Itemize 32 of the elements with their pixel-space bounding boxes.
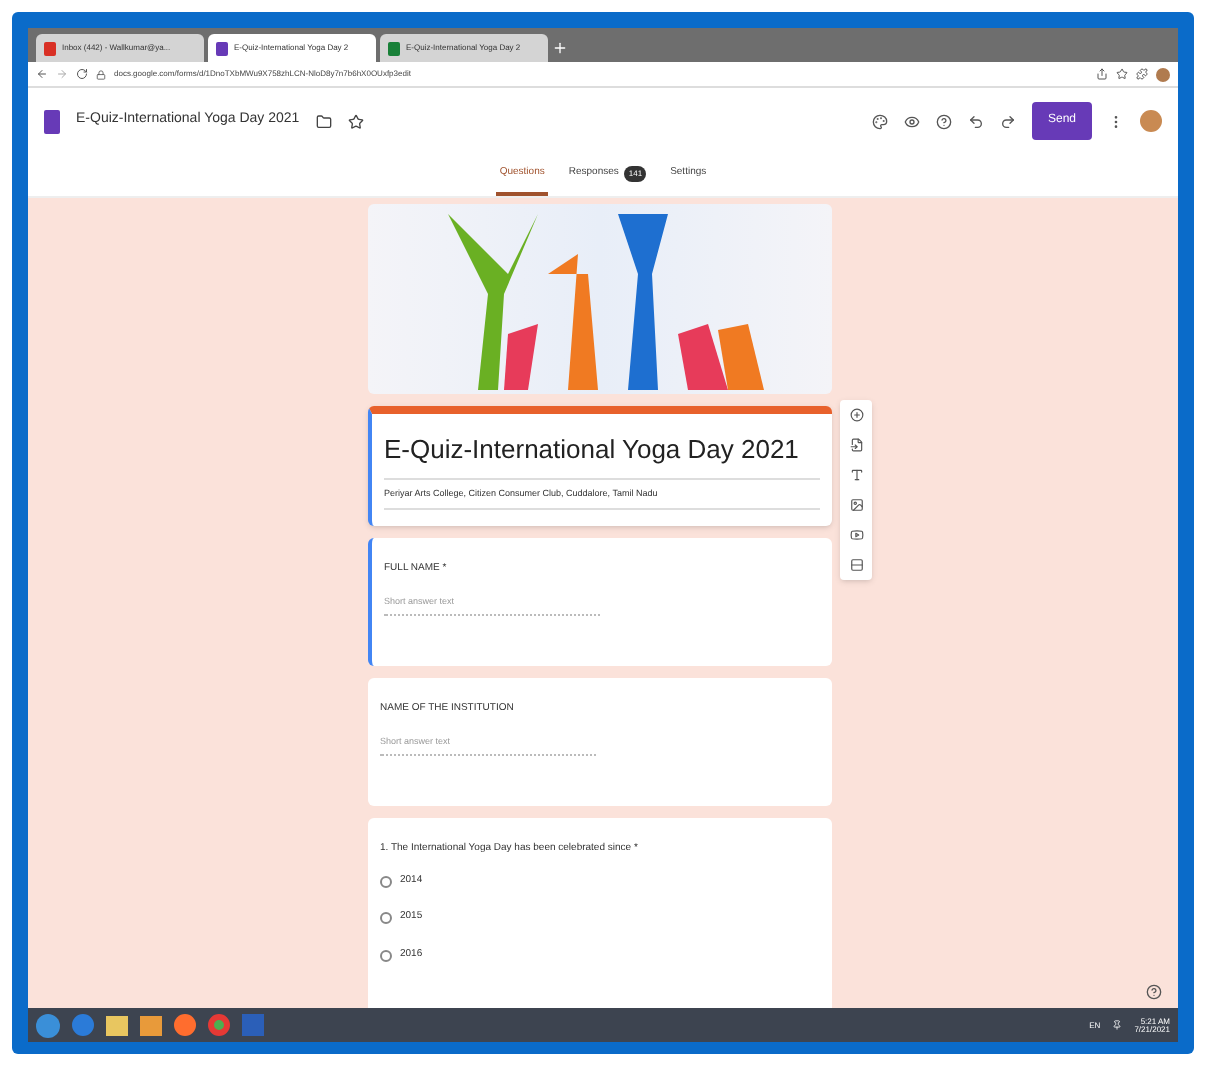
- preview-icon[interactable]: [903, 113, 920, 129]
- site-icon: [216, 41, 228, 55]
- add-question-icon[interactable]: [849, 408, 863, 422]
- site-icon: [44, 41, 56, 55]
- profile-avatar[interactable]: [1156, 67, 1170, 81]
- share-icon[interactable]: [1096, 68, 1108, 80]
- radio-button[interactable]: [380, 912, 392, 924]
- tray-icon[interactable]: [1112, 1020, 1123, 1030]
- palette-icon[interactable]: [871, 113, 888, 129]
- text-icon[interactable]: [849, 468, 863, 482]
- help-icon[interactable]: [1146, 984, 1162, 1000]
- section-icon[interactable]: [849, 558, 863, 572]
- import-icon[interactable]: [849, 438, 863, 452]
- lock-icon: [96, 69, 106, 79]
- star-icon[interactable]: [347, 113, 364, 129]
- folder-icon[interactable]: [315, 113, 332, 129]
- bookmark-icon[interactable]: [1116, 68, 1128, 80]
- radio-button[interactable]: [380, 949, 392, 961]
- reload-icon[interactable]: [76, 68, 88, 80]
- image-icon[interactable]: [849, 498, 863, 512]
- new-tab-icon[interactable]: [552, 40, 568, 56]
- form-title: E-Quiz-International Yoga Day 2021: [384, 430, 820, 479]
- forms-logo-icon: [44, 109, 60, 133]
- account-avatar[interactable]: [1140, 110, 1162, 132]
- start-button[interactable]: [36, 1013, 60, 1037]
- redo-icon[interactable]: [999, 113, 1016, 129]
- site-icon: [388, 41, 400, 55]
- extension-icon[interactable]: [1136, 68, 1148, 80]
- back-icon[interactable]: [36, 68, 48, 80]
- radio-button[interactable]: [380, 875, 392, 887]
- video-icon[interactable]: [849, 528, 863, 542]
- undo-icon[interactable]: [967, 113, 984, 129]
